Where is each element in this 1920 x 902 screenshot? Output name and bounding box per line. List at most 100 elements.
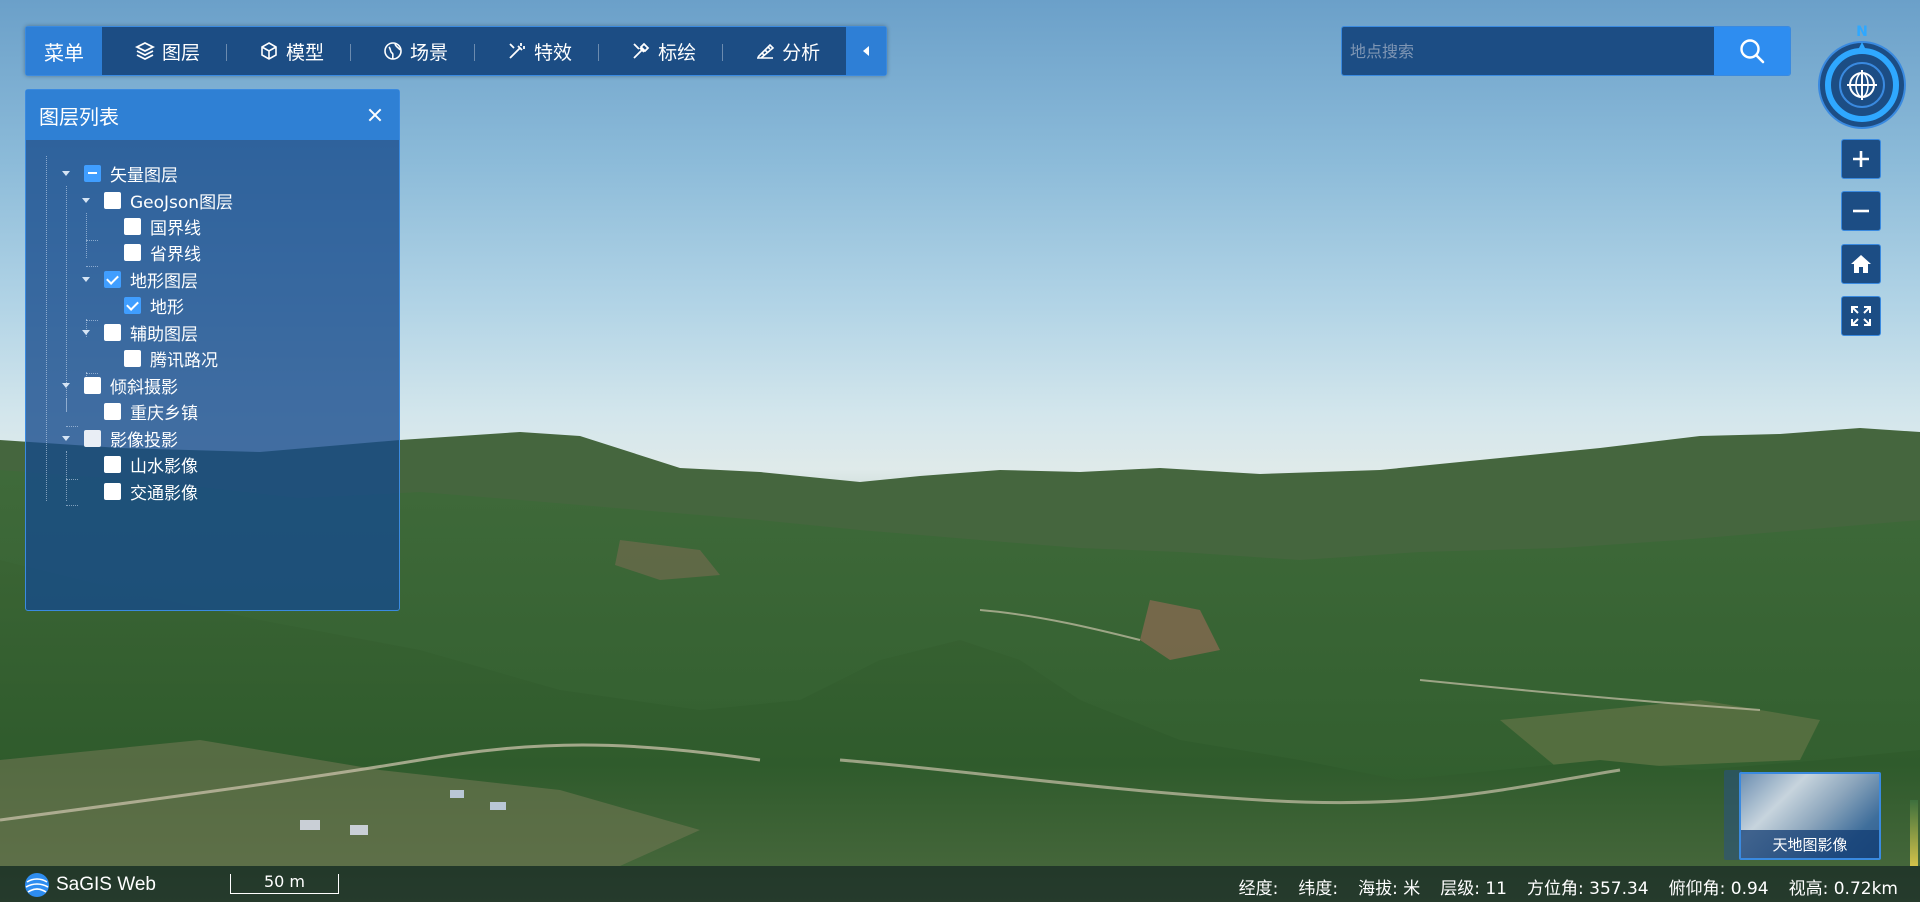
cube-icon — [261, 42, 277, 60]
tree-node-tencent-traffic[interactable]: 腾讯路况 — [102, 345, 218, 371]
app-name: SaGIS Web — [56, 874, 156, 895]
toolbar-effects-button[interactable]: 特效 — [474, 27, 598, 75]
tree-node-label: 地形图层 — [130, 271, 198, 292]
coordinate-readout: 经度: 纬度: 海拔: 米 层级: 11 方位角: 357.34 俯仰角: 0.… — [1239, 874, 1898, 899]
pitch-readout: 俯仰角: 0.94 — [1668, 879, 1769, 899]
tree-node-imagery[interactable]: 影像投影 — [62, 425, 178, 451]
tree-node-label: 国界线 — [150, 218, 201, 239]
home-button[interactable] — [1841, 244, 1881, 284]
search-button[interactable] — [1714, 27, 1790, 75]
tree-node-label: 倾斜摄影 — [110, 377, 178, 398]
checkbox-vector[interactable] — [84, 164, 101, 182]
zoom-out-button[interactable] — [1841, 191, 1881, 231]
fullscreen-icon — [1851, 306, 1871, 326]
plus-icon — [1853, 151, 1869, 167]
checkbox-geojson[interactable] — [104, 191, 121, 209]
checkbox-chongqing-towns[interactable] — [104, 402, 121, 420]
tree-node-traffic-imagery[interactable]: 交通影像 — [82, 478, 198, 504]
chevron-down-icon[interactable] — [62, 170, 70, 176]
height-readout: 视高: 0.72km — [1788, 879, 1898, 899]
ruler-icon — [757, 43, 775, 59]
compass-north-label: N — [1856, 24, 1868, 40]
tree-node-label: 重庆乡镇 — [130, 403, 198, 424]
close-icon[interactable] — [365, 105, 385, 125]
globe-icon — [384, 42, 402, 60]
toolbar-collapse-button[interactable] — [846, 27, 887, 75]
main-toolbar: 菜单 图层 模型 场景 特效 标绘 分析 — [25, 26, 888, 76]
caret-left-icon — [863, 46, 870, 56]
tree-node-label: 矢量图层 — [110, 165, 178, 186]
toolbar-plot-button[interactable]: 标绘 — [598, 27, 722, 75]
panel-title: 图层列表 — [39, 104, 119, 129]
layer-list-panel: 图层列表 矢量图层 GeoJson图层 国界线 省界线 地形图层 地形 辅助图层… — [25, 89, 400, 611]
checkbox-tencent-traffic[interactable] — [124, 349, 141, 367]
tree-node-terrain-layer[interactable]: 地形图层 — [82, 266, 198, 292]
effects-icon — [509, 43, 525, 59]
toolbar-layers-label: 图层 — [162, 41, 201, 64]
tree-node-label: 辅助图层 — [130, 324, 198, 345]
checkbox-auxiliary[interactable] — [104, 323, 121, 341]
minus-icon — [1853, 209, 1869, 213]
basemap-label: 天地图影像 — [1741, 830, 1879, 858]
tree-node-label: 山水影像 — [130, 456, 198, 477]
chevron-down-icon[interactable] — [82, 329, 90, 335]
checkbox-country-border[interactable] — [124, 217, 141, 235]
tree-node-oblique[interactable]: 倾斜摄影 — [62, 372, 178, 398]
basemap-switcher[interactable]: 天地图影像 — [1739, 772, 1881, 860]
tree-node-landscape-imagery[interactable]: 山水影像 — [82, 451, 198, 477]
chevron-down-icon[interactable] — [62, 435, 70, 441]
toolbar-scene-label: 场景 — [410, 41, 449, 64]
tree-node-label: GeoJson图层 — [130, 192, 234, 213]
tree-node-label: 腾讯路况 — [150, 350, 218, 371]
fullscreen-button[interactable] — [1841, 296, 1881, 336]
elevation-legend — [1910, 800, 1918, 866]
tree-node-auxiliary[interactable]: 辅助图层 — [82, 319, 198, 345]
chevron-down-icon[interactable] — [62, 382, 70, 388]
checkbox-landscape-imagery[interactable] — [104, 455, 121, 473]
toolbar-analysis-button[interactable]: 分析 — [722, 27, 846, 75]
toolbar-analysis-label: 分析 — [782, 41, 821, 64]
compass-icon — [1818, 41, 1906, 129]
checkbox-traffic-imagery[interactable] — [104, 482, 121, 500]
tree-node-province-border[interactable]: 省界线 — [102, 239, 201, 265]
tree-node-label: 交通影像 — [130, 483, 198, 504]
toolbar-effects-label: 特效 — [534, 41, 573, 64]
toolbar-plot-label: 标绘 — [658, 41, 697, 64]
plot-icon — [633, 42, 650, 59]
latitude-readout: 纬度: — [1298, 879, 1339, 899]
checkbox-terrain-layer[interactable] — [104, 270, 121, 288]
tree-node-country-border[interactable]: 国界线 — [102, 213, 201, 239]
logo-icon — [25, 873, 49, 897]
toolbar-scene-button[interactable]: 场景 — [350, 27, 474, 75]
chevron-down-icon[interactable] — [82, 276, 90, 282]
checkbox-province-border[interactable] — [124, 243, 141, 261]
checkbox-terrain[interactable] — [124, 296, 141, 314]
layers-icon — [135, 41, 155, 61]
longitude-readout: 经度: — [1238, 879, 1279, 899]
heading-readout: 方位角: 357.34 — [1527, 879, 1649, 899]
tree-node-chongqing-towns[interactable]: 重庆乡镇 — [82, 398, 198, 424]
zoom-in-button[interactable] — [1841, 139, 1881, 179]
compass[interactable]: N — [1817, 24, 1907, 132]
toolbar-model-label: 模型 — [286, 41, 325, 64]
altitude-readout: 海拔: 米 — [1358, 879, 1421, 899]
tree-node-label: 影像投影 — [110, 430, 178, 451]
tree-node-label: 省界线 — [150, 244, 201, 265]
app-logo: SaGIS Web — [24, 872, 156, 898]
toolbar-model-button[interactable]: 模型 — [226, 27, 350, 75]
place-search — [1341, 26, 1791, 76]
home-icon — [1851, 255, 1871, 273]
chevron-down-icon[interactable] — [82, 197, 90, 203]
tree-node-vector[interactable]: 矢量图层 — [62, 160, 178, 186]
checkbox-imagery[interactable] — [84, 429, 101, 447]
menu-button[interactable]: 菜单 — [26, 27, 102, 75]
search-input[interactable] — [1342, 27, 1714, 75]
search-icon — [1740, 39, 1765, 64]
tree-node-geojson[interactable]: GeoJson图层 — [82, 187, 233, 213]
tree-node-label: 地形 — [150, 297, 184, 318]
status-bar: SaGIS Web 50 m 经度: 纬度: 海拔: 米 层级: 11 方位角:… — [0, 866, 1920, 902]
toolbar-layers-button[interactable]: 图层 — [102, 27, 226, 75]
tree-node-terrain[interactable]: 地形 — [102, 292, 184, 318]
level-readout: 层级: 11 — [1440, 879, 1507, 899]
checkbox-oblique[interactable] — [84, 376, 101, 394]
